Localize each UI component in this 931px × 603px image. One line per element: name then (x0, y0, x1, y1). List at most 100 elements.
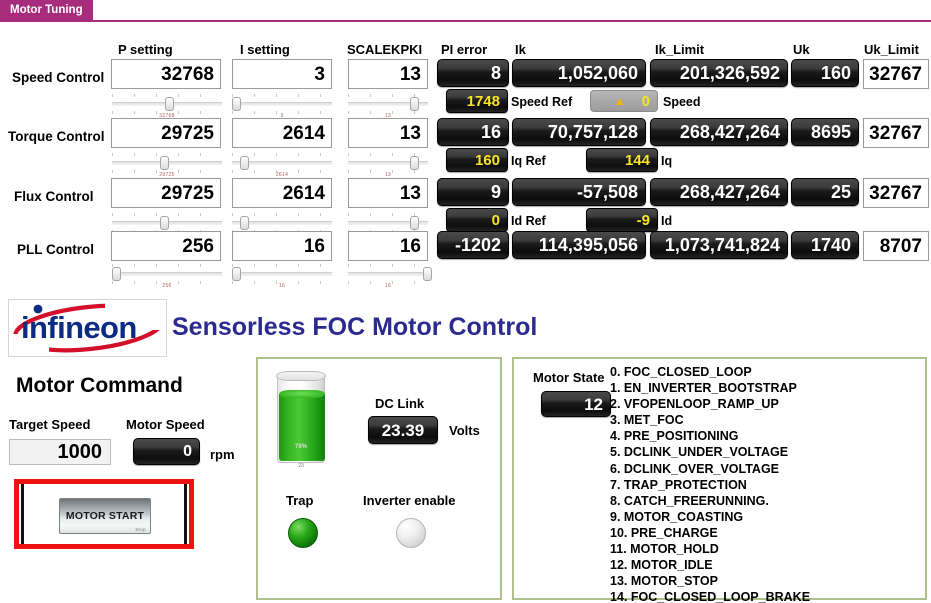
input-flux-uk-limit[interactable]: 32767 (863, 178, 929, 208)
readout-torque-ik-limit: 268,427,264 (650, 118, 788, 146)
slider-pll-p-setting[interactable]: 256 (112, 263, 222, 289)
slider-thumb[interactable] (240, 156, 249, 170)
slider-thumb[interactable] (240, 216, 249, 230)
readout-speed-uk: 160 (791, 59, 859, 87)
slider-track (112, 272, 222, 276)
motor-start-button-label: MOTOR START (65, 510, 145, 522)
readout-pll-pi-error: -1202 (437, 231, 509, 259)
input-speed-p-setting[interactable]: 32768 (111, 59, 221, 89)
state-item: 9. MOTOR_COASTING (610, 509, 744, 524)
input-target-speed[interactable]: 1000 (9, 439, 111, 465)
slider-track (232, 102, 332, 106)
warning-triangle-icon: ▲ (613, 94, 626, 108)
input-speed-uk-limit[interactable]: 32767 (863, 59, 929, 89)
input-speed-i-setting[interactable]: 3 (232, 59, 332, 89)
tank-rim (276, 371, 326, 381)
readout-speed: ▲ 0 (590, 90, 658, 112)
motor-start-highlight: MOTOR START Stop (14, 479, 194, 549)
row-label-pll-control: PLL Control (17, 242, 94, 257)
slider-pll-scalekpki[interactable]: 16 (348, 263, 433, 289)
readout-motor-state: 12 (541, 391, 611, 417)
label-motor-state: Motor State (533, 370, 605, 385)
svg-text:infineon: infineon (21, 310, 137, 345)
slider-thumb[interactable] (232, 97, 241, 111)
column-header-p-setting: P setting (118, 42, 173, 57)
label-rpm-unit: rpm (210, 447, 235, 462)
slider-thumb[interactable] (410, 156, 420, 170)
trap-led-indicator (288, 518, 318, 548)
tab-motor-tuning[interactable]: Motor Tuning (0, 0, 93, 20)
motor-tuning-grid: P setting I setting SCALEKPKI PI error I… (0, 26, 931, 289)
input-torque-scalekpki[interactable]: 13 (348, 118, 428, 148)
slider-track (348, 272, 428, 276)
slider-thumb[interactable] (160, 216, 170, 230)
input-speed-scalekpki[interactable]: 13 (348, 59, 428, 89)
readout-speed-ik: 1,052,060 (512, 59, 646, 87)
input-torque-i-setting[interactable]: 2614 (232, 118, 332, 148)
readout-torque-pi-error: 16 (437, 118, 509, 146)
slider-speed-i-setting[interactable]: 3 (232, 93, 332, 119)
row-label-speed-control: Speed Control (12, 70, 105, 85)
input-pll-uk-limit[interactable]: 8707 (863, 231, 929, 261)
label-volts-unit: Volts (449, 423, 480, 438)
slider-thumb[interactable] (160, 156, 170, 170)
readout-flux-uk: 25 (791, 178, 859, 206)
column-header-i-setting: I setting (240, 42, 290, 57)
state-item: 4. PRE_POSITIONING (610, 429, 739, 444)
column-header-pi-error: PI error (441, 42, 488, 57)
readout-flux-pi-error: 9 (437, 178, 509, 206)
label-speed-ref: Speed Ref (511, 95, 573, 109)
start-bar-left (21, 484, 24, 544)
motor-command-title: Motor Command (16, 374, 183, 397)
readout-id: -9 (586, 208, 658, 232)
slider-speed-scalekpki[interactable]: 13 (348, 93, 428, 119)
motor-start-button-sublabel: Stop (135, 527, 146, 532)
readout-pll-ik-limit: 1,073,741,824 (650, 231, 788, 259)
slider-thumb[interactable] (410, 216, 420, 230)
slider-thumb[interactable] (423, 267, 433, 281)
state-item: 5. DCLINK_UNDER_VOLTAGE (610, 445, 789, 460)
slider-thumb[interactable] (232, 267, 241, 281)
state-item: 1. EN_INVERTER_BOOTSTRAP (610, 381, 797, 396)
input-flux-scalekpki[interactable]: 13 (348, 178, 428, 208)
input-flux-p-setting[interactable]: 29725 (111, 178, 221, 208)
input-pll-i-setting[interactable]: 16 (232, 231, 332, 261)
input-flux-i-setting[interactable]: 2614 (232, 178, 332, 208)
slider-thumb[interactable] (112, 267, 121, 281)
slider-speed-p-setting[interactable]: 32768 (112, 93, 222, 119)
motor-start-button[interactable]: MOTOR START Stop (59, 498, 151, 534)
dc-link-tank-gauge: 78% 23 (276, 369, 326, 469)
input-pll-scalekpki[interactable]: 16 (348, 231, 428, 261)
readout-flux-ik: -57,508 (512, 178, 646, 206)
slider-torque-p-setting[interactable]: 29725 (112, 152, 222, 178)
slider-value-label: 16 (384, 283, 392, 289)
input-pll-p-setting[interactable]: 256 (111, 231, 221, 261)
infineon-logo: infineon (8, 299, 167, 357)
tab-underline (0, 20, 931, 22)
input-torque-p-setting[interactable]: 29725 (111, 118, 221, 148)
readout-pll-ik: 114,395,056 (512, 231, 646, 259)
label-target-speed: Target Speed (9, 417, 91, 432)
slider-value-label: 16 (278, 283, 286, 289)
slider-value-label: 256 (162, 283, 172, 289)
state-item: 7. TRAP_PROTECTION (610, 477, 747, 492)
tank-base-label: 23 (298, 463, 304, 469)
state-item: 12. MOTOR_IDLE (610, 558, 713, 573)
slider-torque-scalekpki[interactable]: 13 (348, 152, 428, 178)
input-torque-uk-limit[interactable]: 32767 (863, 118, 929, 148)
slider-thumb[interactable] (410, 97, 420, 111)
state-item: 10. PRE_CHARGE (610, 525, 718, 540)
column-header-ik: Ik (515, 42, 526, 57)
slider-pll-i-setting[interactable]: 16 (232, 263, 332, 289)
slider-track (232, 272, 332, 276)
row-label-flux-control: Flux Control (14, 189, 94, 204)
state-item: 6. DCLINK_OVER_VOLTAGE (610, 461, 780, 476)
label-iq-ref: Iq Ref (511, 154, 546, 168)
readout-dc-link-voltage: 23.39 (368, 416, 438, 444)
row-label-torque-control: Torque Control (8, 129, 105, 144)
slider-thumb[interactable] (164, 97, 174, 111)
label-speed: Speed (663, 95, 701, 109)
state-item: 3. MET_FOC (610, 413, 684, 428)
state-item: 2. VFOPENLOOP_RAMP_UP (610, 397, 779, 412)
slider-torque-i-setting[interactable]: 2614 (232, 152, 332, 178)
